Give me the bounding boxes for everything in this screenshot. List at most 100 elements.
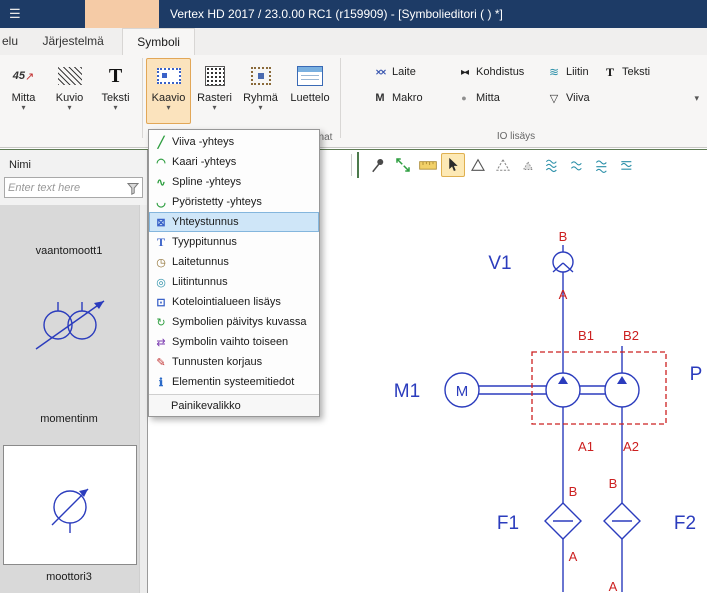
menu-item-symbolin-vaihto[interactable]: ⇄ Symbolin vaihto toiseen [149, 332, 319, 352]
menu-item-label: Painikevalikko [149, 400, 241, 412]
spline-connection-icon: ∿ [150, 176, 172, 189]
enclosure-area-icon: ⊡ [150, 296, 172, 309]
menu-item-label: Spline -yhteys [172, 176, 241, 188]
ruler-icon[interactable] [416, 153, 440, 177]
ribbon-button-teksti[interactable]: T Teksti ▾ [93, 58, 138, 124]
port-label: B [559, 229, 568, 244]
io-button-laite[interactable]: ✕✕ Laite [368, 62, 420, 82]
line-icon: ▽ [546, 92, 562, 105]
dimension-angle-arrow: ↗ [25, 70, 34, 83]
waves-glyph [543, 155, 563, 175]
list-item-moottori3-label[interactable]: moottori3 [0, 571, 138, 583]
ribbon-button-label: Luettelo [285, 92, 335, 104]
ribbon-tab-row: elu Järjestelmä Symboli [0, 28, 707, 55]
arc-connection-icon: ◠ [150, 156, 172, 169]
select-cursor-icon[interactable] [441, 153, 465, 177]
menu-item-elementin-systeemitiedot[interactable]: ℹ Elementin systeemitiedot [149, 372, 319, 392]
motor-letter: M [456, 383, 469, 400]
io-button-kohdistus[interactable]: ▸◂ Kohdistus [452, 62, 528, 82]
io-button-liitin[interactable]: ≋ Liitin [542, 62, 593, 82]
menu-item-label: Tyyppitunnus [172, 236, 237, 248]
ribbon-button-kaavio[interactable]: Kaavio ▾ [146, 58, 191, 124]
menu-item-painikevalikko[interactable]: Painikevalikko [149, 394, 319, 416]
tab-jarjestelma[interactable]: Järjestelmä [28, 28, 117, 55]
point-icon: ● [456, 93, 472, 103]
symbol-browser-panel: Nimi vaantomoott1 momentinm [0, 150, 148, 593]
component-label-v1: V1 [488, 253, 511, 274]
ribbon-separator [142, 58, 143, 138]
waves-glyph [593, 155, 613, 175]
toolbar-edge-marker [357, 152, 359, 178]
menu-item-label: Liitintunnus [172, 276, 228, 288]
menu-item-kaari-yhteys[interactable]: ◠ Kaari -yhteys [149, 152, 319, 172]
waves-tool-2-icon[interactable] [566, 153, 590, 177]
ribbon: 45↗ Mitta ▾ Kuvio ▾ T Teksti ▾ Kaavio ▾ … [0, 55, 707, 148]
symbol-thumbnail-momentinm[interactable] [24, 283, 116, 361]
menu-item-label: Yhteystunnus [172, 216, 239, 228]
ribbon-button-luettelo[interactable]: Luettelo [284, 58, 336, 124]
io-button-makro[interactable]: M Makro [368, 88, 427, 108]
component-label-p: P [690, 364, 703, 385]
fit-view-icon[interactable] [391, 153, 415, 177]
group-selection-icon [239, 62, 282, 90]
menu-item-liitintunnus[interactable]: ◎ Liitintunnus [149, 272, 319, 292]
menu-item-label: Elementin systeemitiedot [172, 376, 294, 388]
ruler-glyph [418, 155, 438, 175]
title-bar: ☰ Vertex HD 2017 / 23.0.00 RC1 (r159909)… [0, 0, 707, 28]
panel-scrollbar[interactable] [139, 205, 147, 593]
menu-item-viiva-yhteys[interactable]: ╱ Viiva -yhteys [149, 132, 319, 152]
menu-item-yhteystunnus[interactable]: ⊠ Yhteystunnus [149, 212, 319, 232]
menu-item-tunnusten-korjaus[interactable]: ✎ Tunnusten korjaus [149, 352, 319, 372]
macro-icon: M [372, 92, 388, 104]
pin-glyph [369, 156, 387, 174]
tab-symboli[interactable]: Symboli [122, 28, 195, 55]
ribbon-button-mitta[interactable]: 45↗ Mitta ▾ [1, 58, 46, 124]
io-button-viiva[interactable]: ▽ Viiva [542, 88, 594, 108]
ribbon-separator [340, 58, 341, 138]
waves-tool-3-icon[interactable] [591, 153, 615, 177]
hatch-pattern-icon [48, 62, 91, 90]
chevron-down-icon: ▾ [193, 104, 236, 112]
list-item-momentinm[interactable]: momentinm [0, 413, 138, 425]
text-small-icon: T [602, 65, 618, 80]
ribbon-collapse-icon[interactable]: ▾ [694, 93, 699, 104]
menu-item-kotelointialueen-lisays[interactable]: ⊡ Kotelointialueen lisäys [149, 292, 319, 312]
triangle-small-glyph [519, 156, 537, 174]
search-box [4, 177, 143, 198]
triangle-tool-icon[interactable] [466, 153, 490, 177]
io-button-label: Mitta [476, 92, 500, 104]
connection-id-icon: ⊠ [150, 216, 172, 229]
menu-item-tyyppitunnus[interactable]: T Tyyppitunnus [149, 232, 319, 252]
search-input[interactable] [8, 180, 120, 195]
filter-funnel-icon[interactable] [127, 182, 139, 195]
pin-icon[interactable] [366, 153, 390, 177]
menu-item-label: Symbolien päivitys kuvassa [172, 316, 307, 328]
io-button-mitta[interactable]: ● Mitta [452, 88, 504, 108]
menu-item-label: Viiva -yhteys [172, 136, 234, 148]
list-item-vaantomoott1[interactable]: vaantomoott1 [0, 245, 138, 257]
fix-ids-icon: ✎ [150, 356, 172, 369]
menu-item-spline-yhteys[interactable]: ∿ Spline -yhteys [149, 172, 319, 192]
port-label: A [609, 579, 618, 593]
waves-glyph [618, 155, 638, 175]
waves-tool-4-icon[interactable] [616, 153, 640, 177]
list-item-moottori3-selected[interactable] [3, 445, 137, 565]
list-window-icon [285, 62, 335, 90]
menu-item-pyoristetty-yhteys[interactable]: ◡ Pyöristetty -yhteys [149, 192, 319, 212]
triangle-dashed-tool-icon[interactable] [491, 153, 515, 177]
io-button-label: Viiva [566, 92, 590, 104]
ribbon-button-kuvio[interactable]: Kuvio ▾ [47, 58, 92, 124]
waves-tool-1-icon[interactable] [541, 153, 565, 177]
tab-clipped[interactable]: elu [0, 28, 24, 55]
menu-item-laitetunnus[interactable]: ◷ Laitetunnus [149, 252, 319, 272]
ribbon-button-ryhma[interactable]: Ryhmä ▾ [238, 58, 283, 124]
connector-icon: ≋ [546, 65, 562, 79]
device-icon: ✕✕ [372, 68, 388, 77]
menu-item-symbolien-paivitys[interactable]: ↻ Symbolien päivitys kuvassa [149, 312, 319, 332]
io-button-teksti[interactable]: T Teksti [598, 62, 654, 82]
panel-header-nimi: Nimi [9, 159, 31, 171]
hamburger-menu-icon[interactable]: ☰ [9, 6, 21, 22]
triangle-small-tool-icon[interactable] [516, 153, 540, 177]
symbol-list[interactable]: vaantomoott1 momentinm moottori3 [0, 205, 147, 593]
ribbon-button-rasteri[interactable]: Rasteri ▾ [192, 58, 237, 124]
